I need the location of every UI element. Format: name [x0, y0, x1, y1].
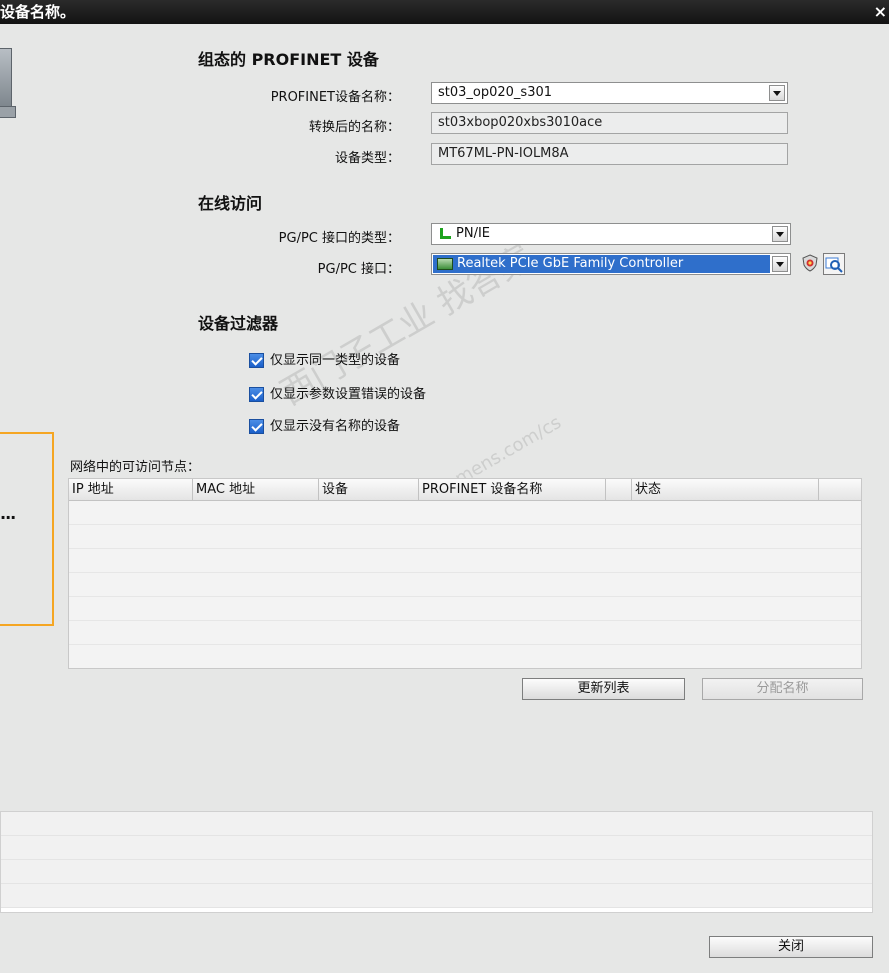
- shield-icon[interactable]: [801, 254, 819, 272]
- device-type-field: MT67ML-PN-IOLM8A: [431, 143, 788, 165]
- log-row: [1, 836, 872, 860]
- close-icon[interactable]: ×: [874, 0, 887, 24]
- checkbox-checked-icon[interactable]: [249, 419, 264, 434]
- profinet-name-label: PROFINET设备名称：: [270, 90, 400, 105]
- filter-param-error-checkbox[interactable]: 仅显示参数设置错误的设备: [249, 383, 426, 402]
- filter-option-label: 仅显示同一类型的设备: [270, 353, 401, 368]
- nodes-table-caption: 网络中的可访问节点：: [70, 460, 201, 475]
- table-row[interactable]: [69, 621, 861, 645]
- refresh-list-button[interactable]: 更新列表: [522, 678, 685, 700]
- diagnostics-search-icon[interactable]: [823, 253, 845, 275]
- ellipsis-text: ...: [0, 504, 16, 523]
- chevron-down-icon[interactable]: [769, 85, 785, 101]
- pnie-icon: [438, 227, 452, 240]
- checkbox-checked-icon[interactable]: [249, 387, 264, 402]
- column-device[interactable]: 设备: [319, 479, 419, 500]
- table-row[interactable]: [69, 549, 861, 573]
- pgpc-type-label: PG/PC 接口的类型：: [278, 231, 400, 246]
- pgpc-interface-label: PG/PC 接口：: [317, 262, 400, 277]
- table-row[interactable]: [69, 573, 861, 597]
- chevron-down-icon[interactable]: [772, 256, 788, 272]
- profinet-name-combo[interactable]: st03_op020_s301: [431, 82, 788, 104]
- filter-option-label: 仅显示参数设置错误的设备: [270, 387, 427, 402]
- column-profinet-name[interactable]: PROFINET 设备名称: [419, 479, 606, 500]
- filter-option-label: 仅显示没有名称的设备: [270, 419, 401, 434]
- log-row: [1, 812, 872, 836]
- filter-no-name-checkbox[interactable]: 仅显示没有名称的设备: [249, 415, 400, 434]
- log-row: [1, 884, 872, 908]
- log-row: [1, 860, 872, 884]
- pgpc-type-value: PN/IE: [456, 226, 490, 241]
- table-row[interactable]: [69, 597, 861, 621]
- selected-device-frame[interactable]: [0, 432, 54, 626]
- nodes-table[interactable]: IP 地址 MAC 地址 设备 PROFINET 设备名称 状态: [68, 478, 862, 669]
- pgpc-interface-selection: Realtek PCIe GbE Family Controller: [433, 255, 770, 273]
- table-row[interactable]: [69, 525, 861, 549]
- chevron-down-icon[interactable]: [772, 226, 788, 242]
- device-type-label: 设备类型：: [334, 151, 400, 166]
- pgpc-interface-value: Realtek PCIe GbE Family Controller: [457, 256, 684, 271]
- table-header: IP 地址 MAC 地址 设备 PROFINET 设备名称 状态: [69, 479, 861, 501]
- online-access-title: 在线访问: [198, 194, 263, 213]
- converted-name-label: 转换后的名称：: [308, 120, 400, 135]
- table-row[interactable]: [69, 645, 861, 668]
- pgpc-interface-combo[interactable]: Realtek PCIe GbE Family Controller: [431, 253, 791, 275]
- title-bar: 设备名称。 ×: [0, 0, 889, 24]
- filter-same-type-checkbox[interactable]: 仅显示同一类型的设备: [249, 349, 400, 368]
- converted-name-field: st03xbop020xbs3010ace: [431, 112, 788, 134]
- configured-device-title: 组态的 PROFINET 设备: [198, 50, 379, 69]
- column-ip[interactable]: IP 地址: [69, 479, 193, 500]
- close-button[interactable]: 关闭: [709, 936, 873, 958]
- column-status[interactable]: 状态: [632, 479, 819, 500]
- status-log: [0, 811, 873, 913]
- profinet-name-value: st03_op020_s301: [438, 85, 553, 100]
- device-monitor-icon: [0, 48, 16, 118]
- table-row[interactable]: [69, 501, 861, 525]
- assign-name-button[interactable]: 分配名称: [702, 678, 863, 700]
- pgpc-type-combo[interactable]: PN/IE: [431, 223, 791, 245]
- window-title: 设备名称。: [0, 3, 76, 21]
- device-filter-title: 设备过滤器: [198, 314, 279, 333]
- column-mac[interactable]: MAC 地址: [193, 479, 319, 500]
- checkbox-checked-icon[interactable]: [249, 353, 264, 368]
- network-card-icon: [437, 257, 453, 270]
- column-spacer[interactable]: [606, 479, 632, 500]
